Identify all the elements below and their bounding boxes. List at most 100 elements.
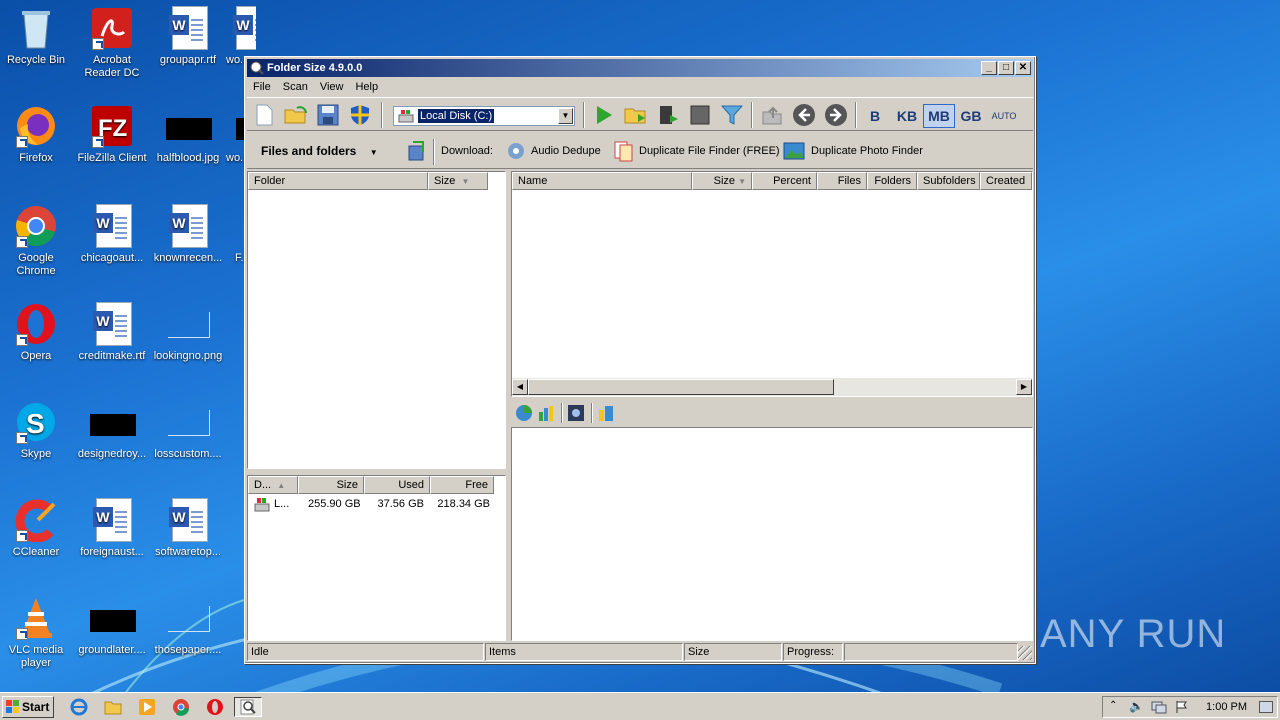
duplicate-file-finder-link[interactable]: Duplicate File Finder (FREE) <box>613 133 780 169</box>
speaker-icon[interactable]: 🔈 <box>1129 699 1144 713</box>
horizontal-scrollbar[interactable]: ◀ ▶ <box>512 378 1032 396</box>
unit-gb-button[interactable]: GB <box>955 104 987 128</box>
pie-chart-icon[interactable] <box>515 404 533 422</box>
taskbar-ie[interactable] <box>68 697 90 717</box>
unit-kb-button[interactable]: KB <box>891 104 923 128</box>
window-titlebar[interactable]: Folder Size 4.9.0.0 _ □ ✕ <box>247 59 1033 77</box>
subfolders-column-header[interactable]: Subfolders <box>917 172 980 190</box>
size-column-header[interactable]: Size ▼ <box>692 172 752 190</box>
menu-view[interactable]: View <box>314 78 350 96</box>
scan-folder-button[interactable] <box>623 102 649 128</box>
desktop-icon-chrome[interactable]: Google Chrome <box>0 204 72 278</box>
taskbar-chrome[interactable] <box>170 697 192 717</box>
new-button[interactable] <box>251 102 277 128</box>
scroll-left-button[interactable]: ◀ <box>512 379 528 395</box>
ccleaner-icon <box>14 498 58 543</box>
menu-help[interactable]: Help <box>349 78 384 96</box>
desktop-icon-vlc[interactable]: VLC media player <box>0 596 72 670</box>
drive-used-column-header[interactable]: Used <box>364 476 430 494</box>
drive-row[interactable]: L... 255.90 GB 37.56 GB 218.34 GB <box>248 496 505 514</box>
unit-auto-button[interactable]: AUTO <box>987 104 1021 128</box>
unit-mb-button[interactable]: MB <box>923 104 955 128</box>
drive-free-column-header[interactable]: Free <box>430 476 494 494</box>
desktop-icon-lookingno[interactable]: lookingno.png <box>152 302 224 363</box>
stop-button[interactable] <box>687 102 713 128</box>
up-level-button[interactable] <box>759 102 785 128</box>
flag-icon[interactable] <box>1175 700 1189 714</box>
folder-column-header[interactable]: Folder <box>248 172 428 190</box>
forward-button[interactable] <box>823 102 849 128</box>
desktop-icon-creditmake[interactable]: creditmake.rtf <box>76 302 148 363</box>
shortcut-arrow-icon <box>16 236 28 248</box>
percent-column-header[interactable]: Percent <box>752 172 817 190</box>
chevron-up-icon[interactable]: ⌃ <box>1109 700 1117 711</box>
duplicate-photo-finder-link[interactable]: Duplicate Photo Finder <box>783 133 923 169</box>
drive-column-header[interactable]: D... ▲ <box>248 476 298 494</box>
scan-button[interactable] <box>591 102 617 128</box>
desktop-icon-filezilla[interactable]: FZ FileZilla Client <box>76 104 148 165</box>
desktop-icon-groupapr[interactable]: groupapr.rtf <box>152 6 224 67</box>
scroll-right-button[interactable]: ▶ <box>1016 379 1032 395</box>
network-icon[interactable] <box>1151 700 1167 714</box>
folders-column-header[interactable]: Folders <box>867 172 917 190</box>
desktop-icon-groundlater[interactable]: groundlater.... <box>76 596 148 657</box>
scrollbar-thumb[interactable] <box>528 379 834 395</box>
drive-size-column-header[interactable]: Size <box>298 476 364 494</box>
word-document-icon <box>230 6 256 50</box>
folder-size-column-header[interactable]: Size ▼ <box>428 172 488 190</box>
taskbar-media-player[interactable] <box>136 697 158 717</box>
desktop-icon-opera[interactable]: Opera <box>0 302 72 363</box>
desktop-icon-foreignaust[interactable]: foreignaust... <box>76 498 148 559</box>
taskbar-opera[interactable] <box>204 697 226 717</box>
clock[interactable]: 1:00 PM <box>1206 697 1247 717</box>
audio-dedupe-link[interactable]: Audio Dedupe <box>505 133 601 169</box>
save-button[interactable] <box>315 102 341 128</box>
export-button[interactable] <box>403 138 429 164</box>
taskbar-folder-size[interactable] <box>234 697 262 717</box>
menu-file[interactable]: File <box>247 78 277 96</box>
desktop-icon-designedroy[interactable]: designedroy... <box>76 400 148 461</box>
desktop-icon-thosepaper[interactable]: thosepaper.... <box>152 596 224 657</box>
desktop-icon-wo2[interactable]: wo... <box>226 104 244 165</box>
taskbar-explorer[interactable] <box>102 697 124 717</box>
filter-button[interactable] <box>719 102 745 128</box>
scan-drive-button[interactable] <box>655 102 681 128</box>
show-desktop-button[interactable] <box>1259 701 1273 713</box>
created-column-header[interactable]: Created <box>980 172 1032 190</box>
desktop-icon-skype[interactable]: S Skype <box>0 400 72 461</box>
desktop-icon-firefox[interactable]: Firefox <box>0 104 72 165</box>
unit-b-button[interactable]: B <box>861 104 889 128</box>
file-list-panel[interactable]: Name Size ▼ Percent Files Folders Subfol… <box>511 171 1033 397</box>
svg-text:S: S <box>26 408 45 439</box>
desktop-icon-acrobat[interactable]: Acrobat Reader DC <box>76 6 148 80</box>
chevron-down-icon[interactable]: ▼ <box>558 108 573 124</box>
bar-chart-icon[interactable] <box>537 404 555 422</box>
files-column-header[interactable]: Files <box>817 172 867 190</box>
open-button[interactable] <box>283 102 309 128</box>
skype-icon: S <box>14 400 58 444</box>
desktop-icon-recycle-bin[interactable]: Recycle Bin <box>0 6 72 67</box>
view-mode-dropdown[interactable]: Files and folders ▼ <box>261 133 378 169</box>
minimize-button[interactable]: _ <box>981 61 997 75</box>
menu-scan[interactable]: Scan <box>277 78 314 96</box>
name-column-header[interactable]: Name <box>512 172 692 190</box>
back-button[interactable] <box>791 102 817 128</box>
desktop-icon-chicagoaut[interactable]: chicagoaut... <box>76 204 148 265</box>
start-button[interactable]: Start <box>2 696 54 718</box>
desktop-icon-f[interactable]: F... <box>226 204 244 265</box>
drive-list-panel[interactable]: D... ▲ Size Used Free L... 255.90 GB 37.… <box>247 475 506 641</box>
close-button[interactable]: ✕ <box>1015 61 1031 75</box>
admin-button[interactable] <box>347 102 373 128</box>
maximize-button[interactable]: □ <box>998 61 1014 75</box>
desktop-icon-ccleaner[interactable]: CCleaner <box>0 498 72 559</box>
resize-grip-icon[interactable] <box>1018 646 1032 660</box>
folder-tree-panel[interactable]: Folder Size ▼ <box>247 171 506 469</box>
desktop-icon-softwaretop[interactable]: softwaretop... <box>152 498 224 559</box>
duplicate-photo-finder-label: Duplicate Photo Finder <box>811 145 923 157</box>
drive-select[interactable]: Local Disk (C:) ▼ <box>393 106 575 126</box>
desktop-icon-losscustom[interactable]: losscustom.... <box>152 400 224 461</box>
desktop-icon-halfblood[interactable]: halfblood.jpg <box>152 104 224 165</box>
desktop-icon-knownrecen[interactable]: knownrecen... <box>152 204 224 265</box>
disk-chart-icon[interactable] <box>567 404 585 422</box>
chart-options-icon[interactable] <box>597 404 615 422</box>
